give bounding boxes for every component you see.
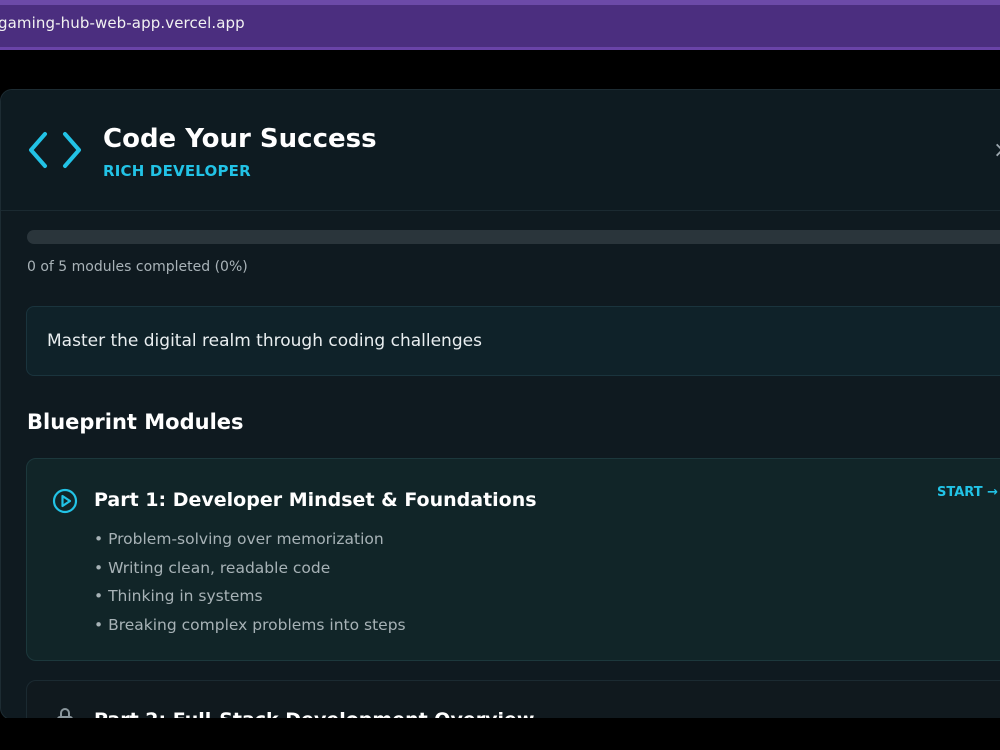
progress-bar [27, 230, 1000, 244]
topic-item: • Problem-solving over memorization [94, 530, 384, 548]
topic-item: • Thinking in systems [94, 587, 263, 606]
topic-item: • Writing clean, readable code [94, 558, 331, 577]
play-circle-icon [52, 488, 78, 514]
close-icon[interactable]: × [993, 138, 1000, 163]
module-title: Part 1: Developer Mindset & Foundations [94, 489, 537, 511]
url-text[interactable]: gaming-hub-web-app.vercel.app [0, 14, 245, 32]
module-topic-list: • Problem-solving over memorization • Wr… [94, 529, 406, 643]
module-card-part-1[interactable]: Part 1: Developer Mindset & Foundations … [26, 458, 1000, 661]
course-panel: Code Your Success RICH DEVELOPER × 0 of … [0, 89, 1000, 720]
panel-subtitle: RICH DEVELOPER [103, 162, 251, 180]
code-brackets-icon [29, 132, 81, 168]
window-bottom-edge [0, 718, 1000, 750]
section-heading: Blueprint Modules [27, 410, 244, 434]
browser-address-bar[interactable]: gaming-hub-web-app.vercel.app [0, 0, 1000, 50]
page-title: Code Your Success [103, 124, 377, 154]
panel-header: Code Your Success RICH DEVELOPER × [1, 90, 1000, 211]
topic-item: • Breaking complex problems into steps [94, 615, 406, 634]
progress-label: 0 of 5 modules completed (0%) [27, 259, 248, 275]
start-button[interactable]: START → [937, 485, 998, 500]
description-text: Master the digital realm through coding … [47, 331, 482, 351]
module-card-part-2[interactable]: Part 2: Full-Stack Development Overview [26, 680, 1000, 719]
description-box: Master the digital realm through coding … [26, 306, 1000, 376]
